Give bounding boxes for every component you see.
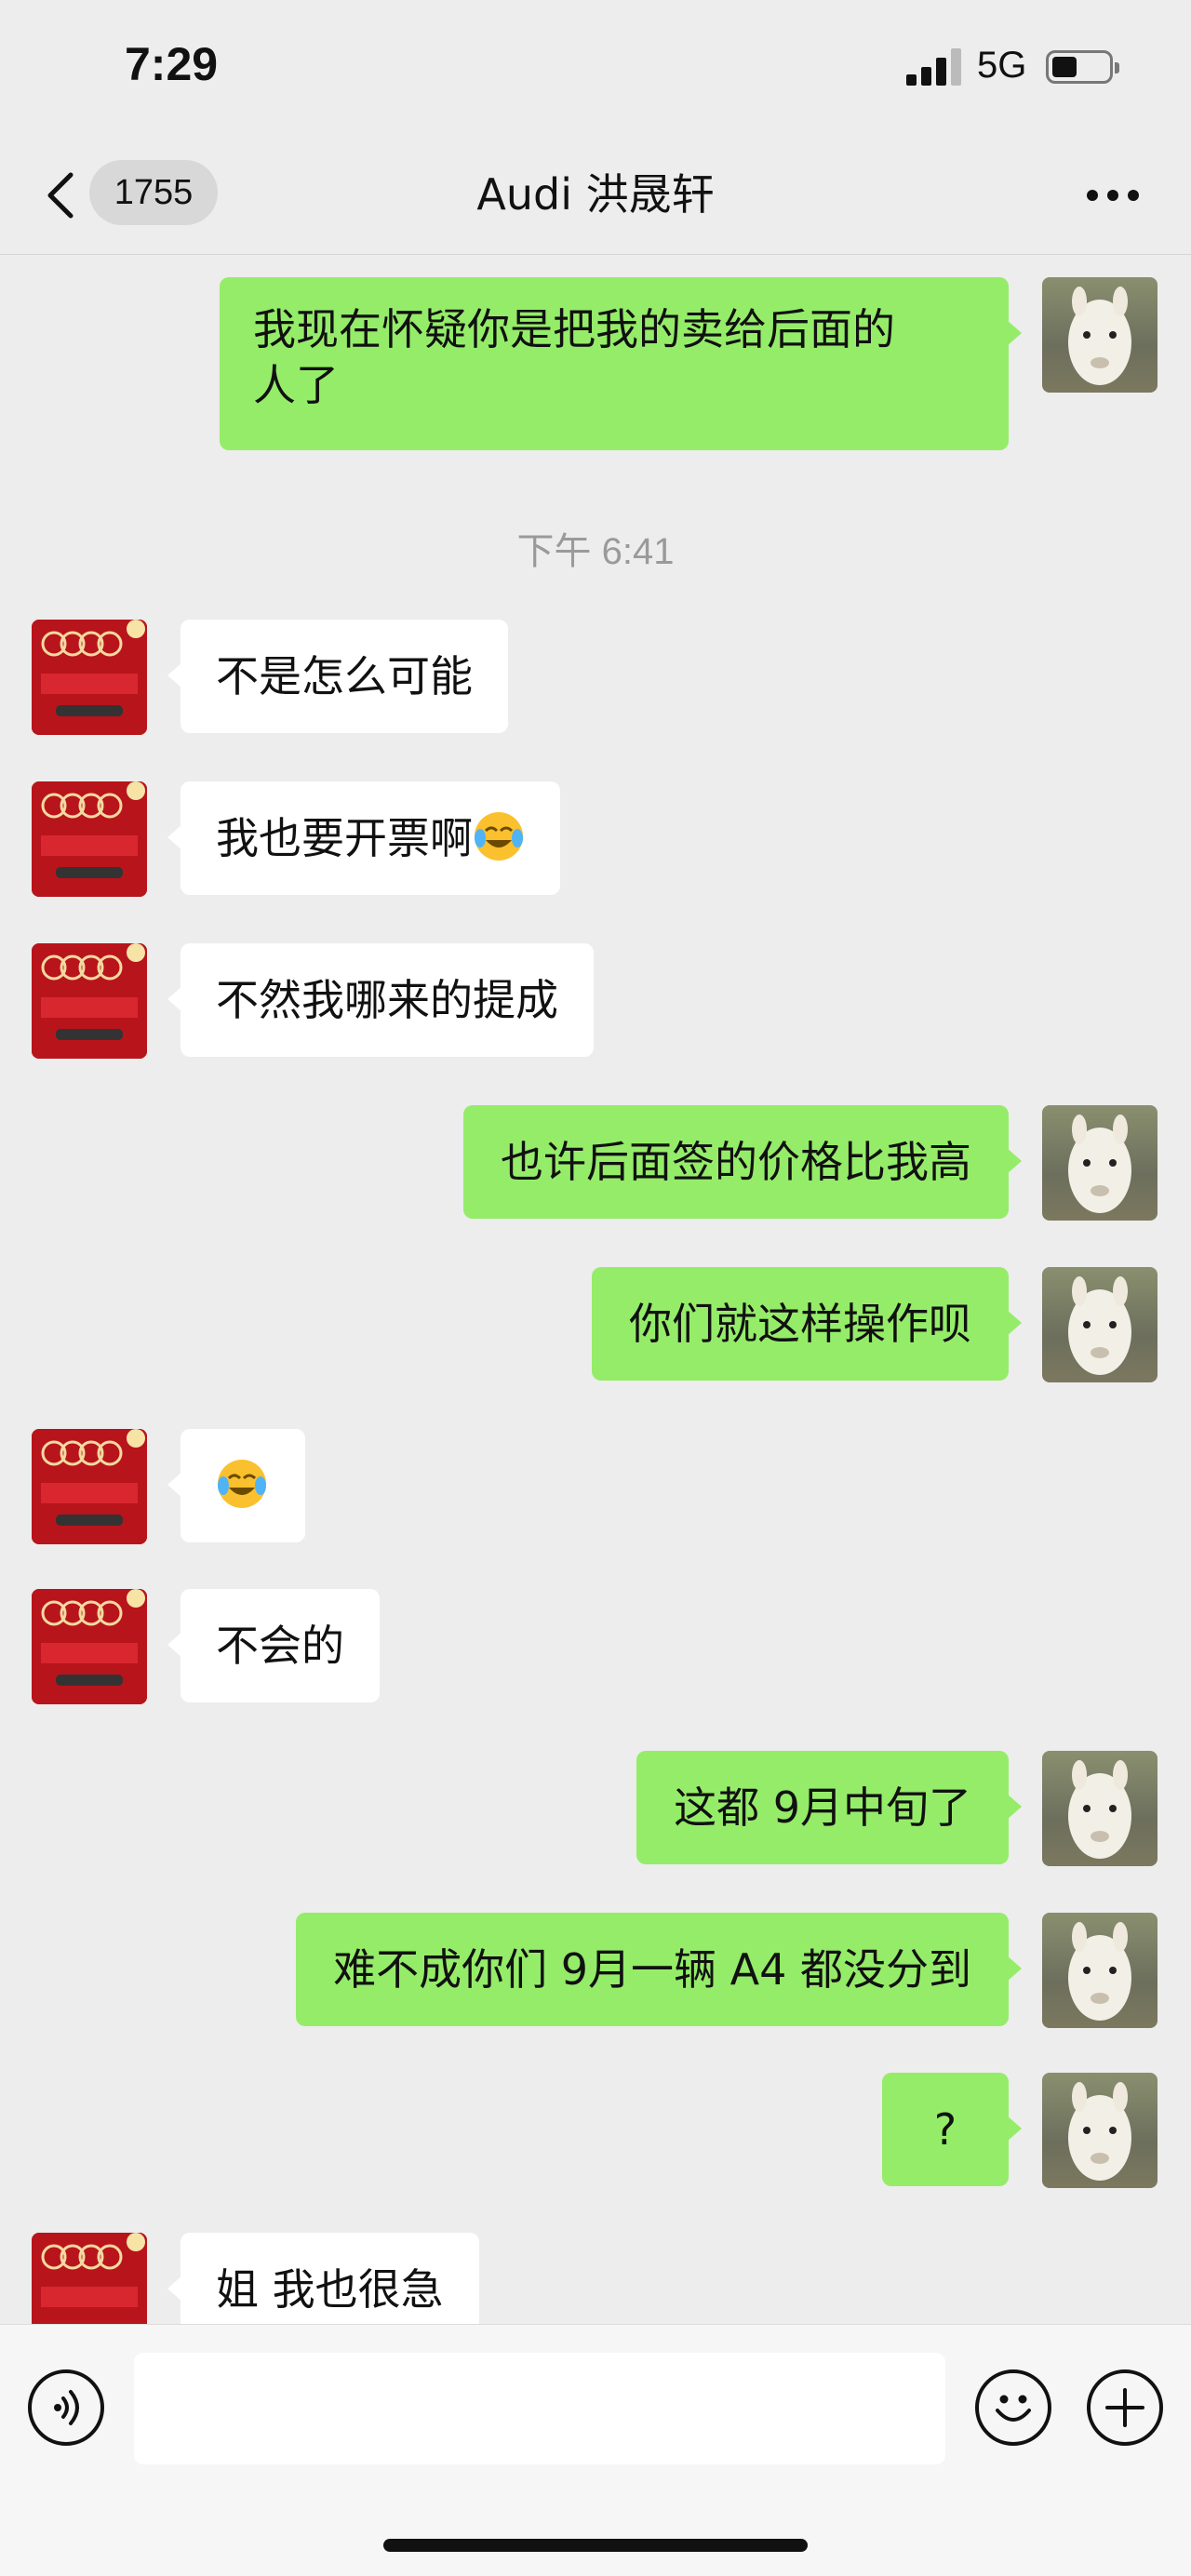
avatar-self[interactable]: [1042, 1751, 1158, 1866]
signal-strength-icon: [906, 48, 962, 86]
avatar-self[interactable]: [1042, 1105, 1158, 1221]
plus-icon[interactable]: [1087, 2369, 1163, 2446]
timestamp: 下午 6:41: [516, 531, 675, 572]
message-line: 我现在怀疑你是把我的卖给后面的: [253, 304, 895, 354]
crying-laughing-emoji-icon: [475, 812, 523, 861]
avatar-self[interactable]: [1042, 1913, 1158, 2028]
message-text: 不然我哪来的提成: [216, 975, 558, 1025]
message-input[interactable]: [134, 2353, 945, 2464]
avatar-contact[interactable]: [32, 781, 147, 897]
message-bubble-received[interactable]: 不然我哪来的提成: [167, 943, 594, 1057]
message-text: 这都 9月中旬了: [674, 1782, 971, 1833]
network-label: 5G: [977, 45, 1027, 86]
message-line: 人了: [253, 360, 339, 410]
avatar-self[interactable]: [1042, 277, 1158, 393]
voice-icon[interactable]: [28, 2369, 104, 2446]
more-dots-icon[interactable]: [1085, 190, 1141, 205]
message-bubble-sent[interactable]: 你们就这样操作呗: [592, 1267, 1022, 1381]
home-indicator[interactable]: [383, 2539, 808, 2552]
message-bubble-received[interactable]: 不是怎么可能: [167, 620, 508, 733]
emoji-icon[interactable]: [975, 2369, 1051, 2446]
nav-bar: 1755 Audi 洪晟轩: [0, 140, 1191, 255]
message-bubble-sent[interactable]: 我现在怀疑你是把我的卖给后面的 人了: [220, 277, 1022, 450]
message-text: 也许后面签的价格比我高: [501, 1137, 971, 1187]
message-bubble-sent[interactable]: 难不成你们 9月一辆 A4 都没分到: [296, 1913, 1022, 2026]
message-bubble-received[interactable]: 我也要开票啊: [167, 781, 560, 895]
status-bar: 7:29 5G: [0, 0, 1191, 140]
message-bubble-received[interactable]: [167, 1429, 305, 1542]
message-bubble-sent[interactable]: ?: [882, 2073, 1022, 2186]
input-bar: [0, 2324, 1191, 2576]
message-bubble-received[interactable]: 不会的: [167, 1589, 380, 1702]
avatar-self[interactable]: [1042, 2073, 1158, 2188]
avatar-contact[interactable]: [32, 1429, 147, 1544]
chevron-left-icon[interactable]: [43, 167, 80, 223]
battery-icon: [1046, 50, 1119, 84]
avatar-contact[interactable]: [32, 943, 147, 1059]
message-text: 你们就这样操作呗: [629, 1299, 971, 1349]
message-text: 姐 我也很急: [216, 2264, 444, 2315]
message-text: 不是怎么可能: [216, 651, 473, 701]
unread-count-badge[interactable]: 1755: [89, 160, 218, 225]
chat-title: Audi 洪晟轩: [476, 169, 715, 220]
avatar-self[interactable]: [1042, 1267, 1158, 1382]
avatar-contact[interactable]: [32, 1589, 147, 1704]
message-bubble-sent[interactable]: 这都 9月中旬了: [636, 1751, 1022, 1864]
avatar-contact[interactable]: [32, 620, 147, 735]
crying-laughing-emoji-icon: [218, 1460, 266, 1508]
message-text: 不会的: [216, 1621, 344, 1671]
message-bubble-sent[interactable]: 也许后面签的价格比我高: [463, 1105, 1022, 1219]
message-text: 我也要开票啊: [216, 813, 473, 863]
status-time: 7:29: [125, 38, 219, 90]
message-text: ?: [933, 2104, 957, 2155]
message-text: 难不成你们 9月一辆 A4 都没分到: [333, 1944, 971, 1995]
